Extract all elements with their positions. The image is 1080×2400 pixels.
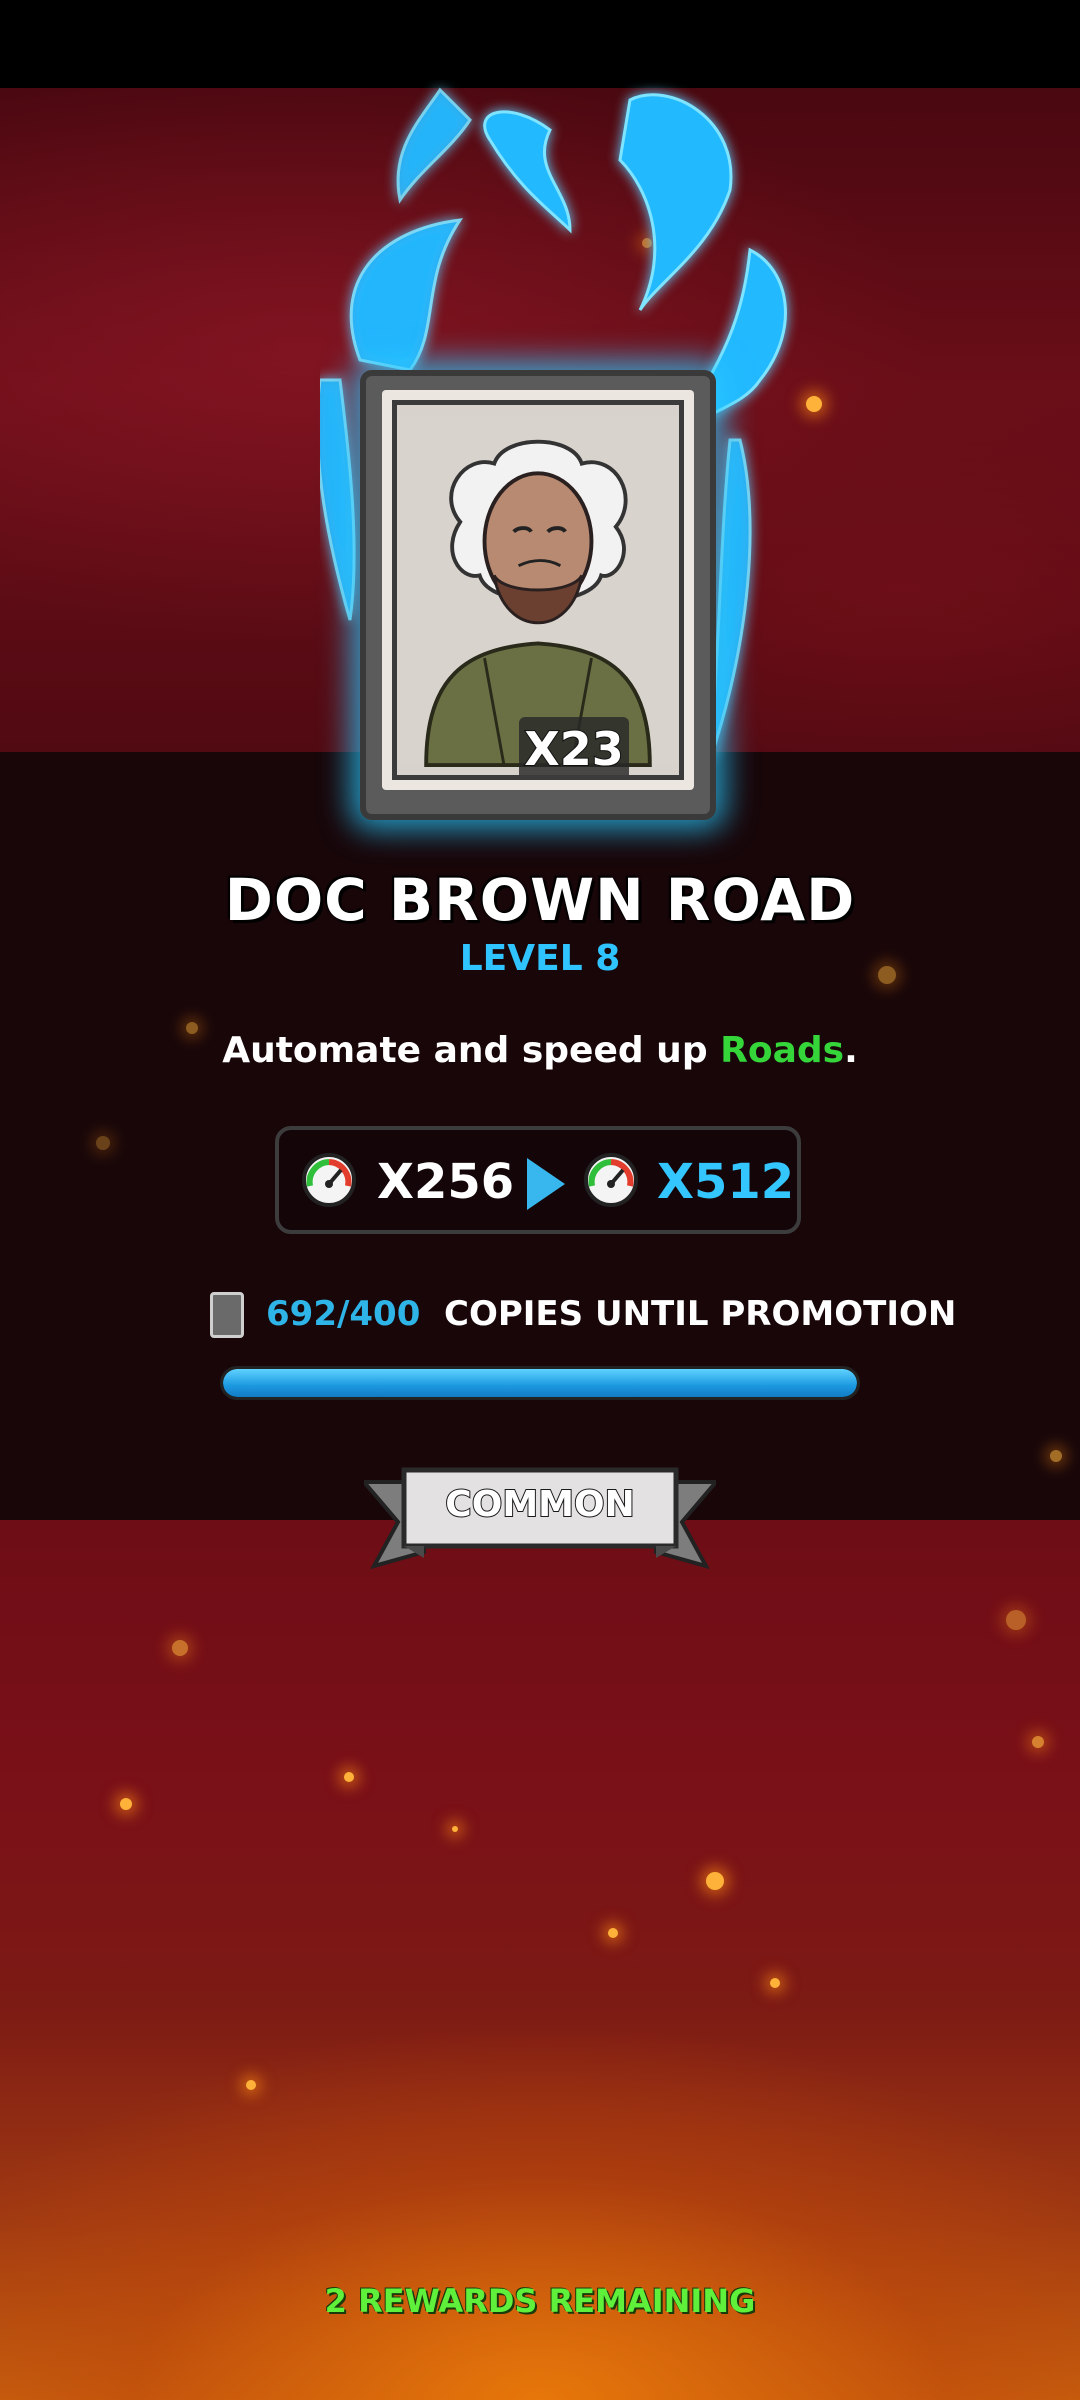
card-level: LEVEL 8 <box>459 938 621 979</box>
card-description: Automate and speed up Roads. <box>0 1030 1080 1071</box>
card-border: X23 <box>382 390 694 790</box>
arrow-right-icon <box>527 1158 565 1210</box>
ember-particle <box>1032 1736 1044 1748</box>
card-name: DOC BROWN ROAD <box>224 866 856 934</box>
ember-particle <box>120 1798 132 1810</box>
ember-particle <box>706 1872 724 1890</box>
card-inner-frame: X23 <box>392 400 684 780</box>
ember-particle <box>344 1772 354 1782</box>
next-multiplier: X512 <box>657 1154 795 1210</box>
card-count-badge: X23 <box>519 717 629 775</box>
status-bar <box>0 0 1080 88</box>
rarity-label: COMMON <box>444 1483 635 1526</box>
current-multiplier: X256 <box>377 1154 515 1210</box>
copies-count: 692/400 <box>266 1294 421 1334</box>
speedometer-icon <box>583 1152 639 1208</box>
ember-particle <box>770 1978 780 1988</box>
rarity-banner: COMMON <box>359 1462 721 1572</box>
ember-particle <box>452 1826 458 1832</box>
ember-particle <box>608 1928 618 1938</box>
character-card[interactable]: X23 <box>360 370 716 820</box>
background-bottom <box>0 1520 1080 2400</box>
copies-label: COPIES UNTIL PROMOTION <box>444 1294 957 1334</box>
promotion-progress-bar <box>220 1366 860 1400</box>
card-count: X23 <box>523 721 624 775</box>
ember-particle <box>172 1640 188 1656</box>
doc-brown-portrait: X23 <box>397 405 679 775</box>
multiplier-upgrade-panel: X256 X512 <box>275 1126 801 1234</box>
description-text: Automate and speed up <box>222 1030 721 1071</box>
speedometer-icon <box>301 1152 357 1208</box>
ember-particle <box>1006 1610 1026 1630</box>
rewards-remaining[interactable]: 2 REWARDS REMAINING <box>0 2282 1080 2320</box>
description-suffix: . <box>844 1030 858 1071</box>
card-copy-icon <box>210 1292 244 1338</box>
ember-particle <box>1050 1450 1062 1462</box>
ember-particle <box>96 1136 110 1150</box>
description-highlight: Roads <box>720 1030 845 1071</box>
ember-particle <box>246 2080 256 2090</box>
promotion-progress-fill <box>223 1369 857 1397</box>
